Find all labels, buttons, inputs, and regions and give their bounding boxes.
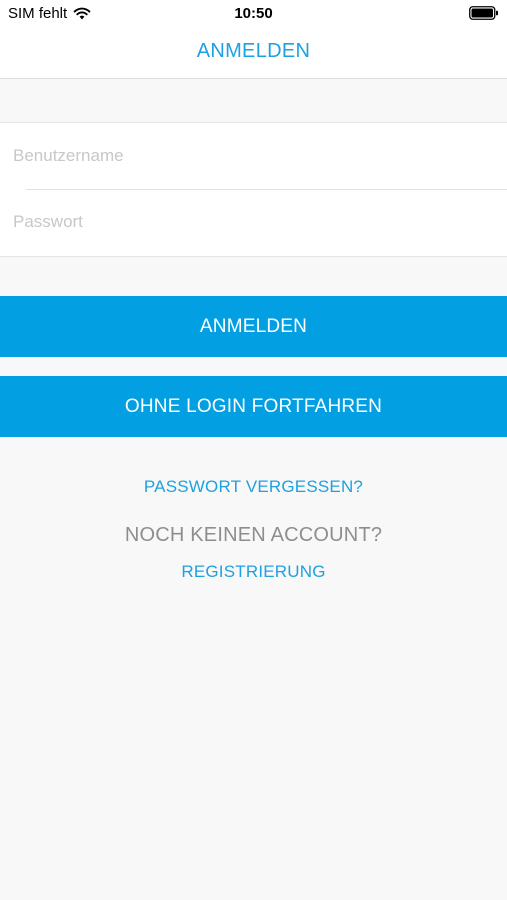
battery-icon xyxy=(469,6,498,20)
username-input[interactable] xyxy=(13,123,493,189)
password-field xyxy=(0,189,507,255)
page-title: ANMELDEN xyxy=(196,40,311,62)
password-input[interactable] xyxy=(13,189,493,255)
forgot-password-link[interactable]: PASSWORT VERGESSEN? xyxy=(0,477,507,497)
continue-without-login-button[interactable]: OHNE LOGIN FORTFAHREN xyxy=(0,376,507,437)
status-bar: SIM fehlt 10:50 xyxy=(0,0,507,28)
register-link[interactable]: REGISTRIERUNG xyxy=(0,562,507,582)
no-account-text: NOCH KEINEN ACCOUNT? xyxy=(124,524,383,546)
status-time: 10:50 xyxy=(234,5,273,22)
login-form xyxy=(0,122,507,257)
navigation-bar: ANMELDEN xyxy=(0,28,507,79)
username-field xyxy=(0,123,507,189)
login-button[interactable]: ANMELDEN xyxy=(0,296,507,357)
